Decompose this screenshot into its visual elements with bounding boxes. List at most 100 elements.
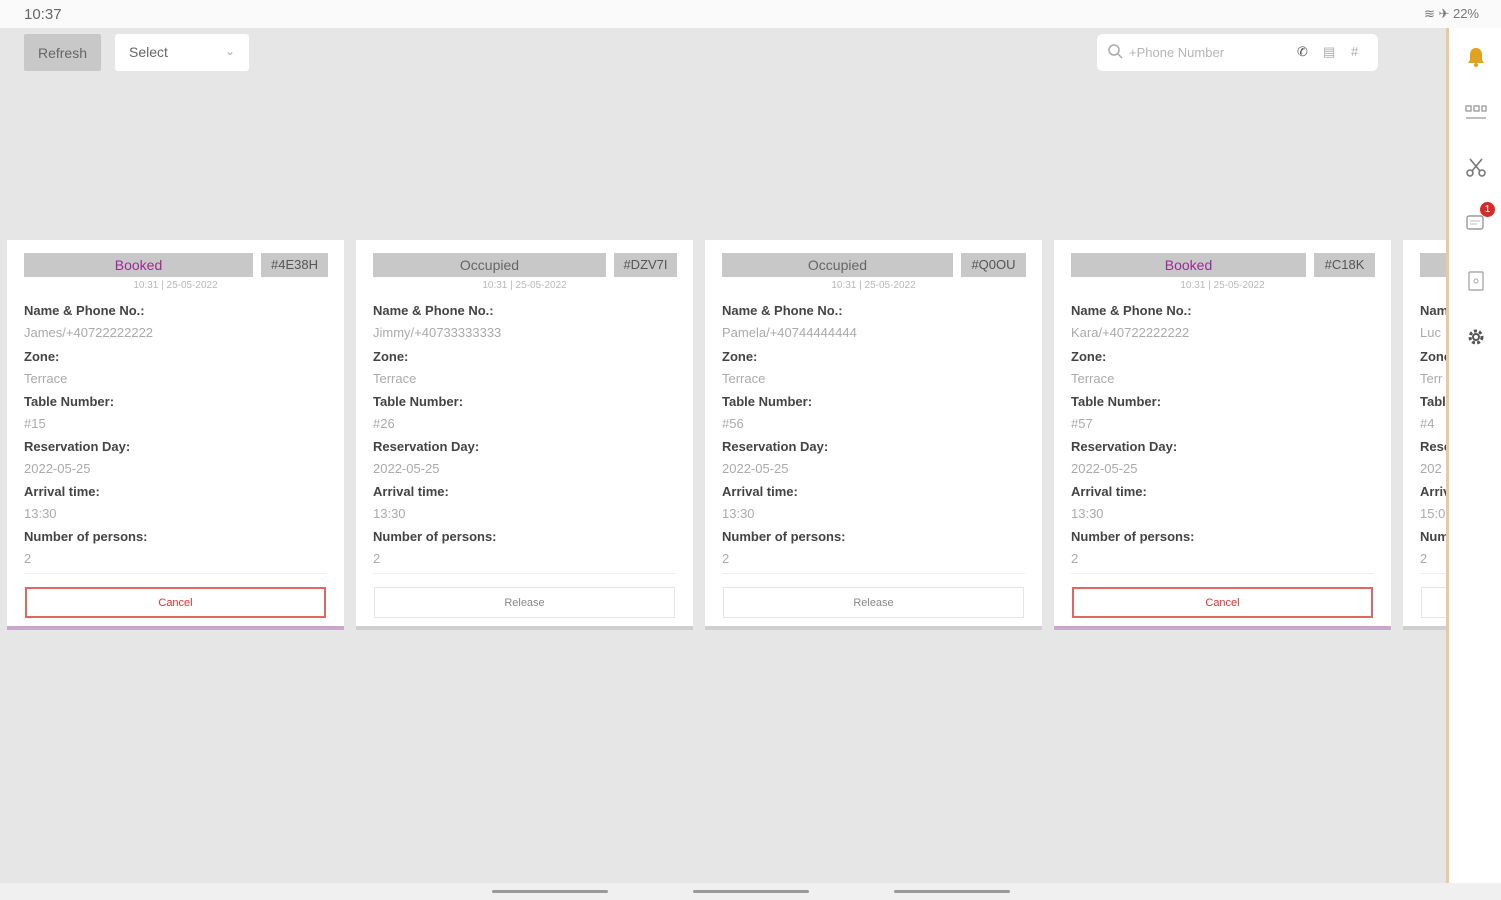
reservation-code: #C18K [1314,253,1375,277]
status-badge: Booked [1071,253,1306,277]
arrival-time-label: Arrival time: [1071,484,1147,499]
nav-recents-handle[interactable] [894,890,1010,893]
status-time: 10:37 [24,6,62,23]
select-value: Select [129,44,168,60]
reservation-day-value: 2022-05-25 [24,461,91,476]
nav-home-handle[interactable] [693,890,809,893]
status-badge: Occupied [373,253,606,277]
name-phone-value: James/+40722222222 [24,325,154,340]
name-phone-value: Kara/+40722222222 [1071,325,1190,340]
persons-value: 2 [24,551,32,566]
status-badge: Occupied [722,253,953,277]
phone-search-input[interactable] [1129,42,1289,62]
reservation-card: Booked #4E38H 10:31 | 25-05-2022 Name & … [7,240,344,630]
zone-value: Terrace [24,371,68,386]
zone-label: Zone: [373,349,409,364]
chevron-down-icon: ⌄ [224,44,235,58]
table-number-value: #56 [722,416,744,431]
search-icon [1108,44,1123,59]
keyboard-icon[interactable]: ▤ [1323,44,1335,60]
reservation-card: Occupied #DZV7I 10:31 | 25-05-2022 Name … [356,240,693,630]
status-badge [1420,253,1446,277]
table-number-value: #26 [373,416,395,431]
battery-indicator: ≋ ✈ 22% [1423,6,1479,21]
name-phone-value: Luc [1420,325,1441,340]
arrival-time-label: Arrival time: [373,484,449,499]
persons-value: 2 [722,551,730,566]
document-icon[interactable] [1463,268,1489,294]
scissors-icon[interactable] [1463,155,1489,181]
table-number-label: Table Number: [722,394,813,409]
reservation-day-value: 2022-05-25 [1071,461,1138,476]
name-phone-label: Name & Phone No.: [1071,303,1192,318]
divider [1071,573,1374,574]
created-timestamp: 10:31 | 25-05-2022 [831,280,916,291]
name-phone-label: Name & Phone No.: [1420,303,1446,318]
nav-back-handle[interactable] [492,890,608,893]
name-phone-label: Name & Phone No.: [722,303,843,318]
arrival-time-value: 13:30 [24,506,57,521]
bell-icon[interactable] [1463,44,1489,70]
refresh-button[interactable]: Refresh [24,34,101,71]
arrival-time-label: Arrival time: [24,484,100,499]
reservation-day-value: 2022-05-25 [722,461,789,476]
release-button[interactable]: Release [723,587,1024,618]
reservation-cards: Booked #4E38H 10:31 | 25-05-2022 Name & … [0,240,1446,640]
arrival-time-value: 13:30 [1071,506,1104,521]
reservation-card: Name & Phone No.: Luc Zone: Terr Table N… [1403,240,1446,630]
reservation-day-label: Reservation Day: [1071,439,1178,454]
cancel-button[interactable]: Cancel [25,587,326,618]
created-timestamp: 10:31 | 25-05-2022 [1180,280,1265,291]
dialpad-icon[interactable]: # [1351,44,1358,59]
release-button[interactable]: Release [374,587,675,618]
right-sidebar: 1 [1446,28,1501,883]
persons-value: 2 [1071,551,1079,566]
arrival-time-label: Arrival time: [1420,484,1446,499]
grid-icon[interactable] [1463,100,1489,126]
zone-value: Terrace [373,371,417,386]
reservation-day-value: 2022-05-25 [373,461,440,476]
wifi-icon: ≋ ✈ [1423,6,1453,21]
action-button[interactable] [1421,587,1446,618]
table-number-label: Table Number: [24,394,115,409]
zone-label: Zone: [24,349,60,364]
zone-value: Terrace [722,371,766,386]
phone-search[interactable]: ✆ ▤ # [1097,34,1378,71]
name-phone-value: Jimmy/+40733333333 [373,325,502,340]
reservation-day-label: Reservation Day: [24,439,131,454]
divider [1420,573,1446,574]
persons-label: Number of persons: [1420,529,1446,544]
divider [722,573,1025,574]
reservation-day-label: Reservation Day: [373,439,480,454]
created-timestamp: 10:31 | 25-05-2022 [133,280,218,291]
table-number-value: #15 [24,416,46,431]
zone-label: Zone: [1420,349,1446,364]
table-number-value: #57 [1071,416,1093,431]
messages-icon[interactable]: 1 [1463,202,1495,236]
arrival-time-label: Arrival time: [722,484,798,499]
table-number-label: Table Number: [373,394,464,409]
reservation-day-label: Reservation Day: [1420,439,1446,454]
reservation-day-value: 202 [1420,461,1442,476]
zone-value: Terrace [1071,371,1115,386]
arrival-time-value: 15:0 [1420,506,1446,521]
reservation-code: #Q0OU [961,253,1026,277]
persons-label: Number of persons: [24,529,148,544]
name-phone-value: Pamela/+40744444444 [722,325,857,340]
reservation-card: Booked #C18K 10:31 | 25-05-2022 Name & P… [1054,240,1391,630]
reservation-code: #4E38H [261,253,328,277]
phone-icon[interactable]: ✆ [1297,44,1308,60]
filter-select[interactable]: Select ⌄ [115,34,249,71]
arrival-time-value: 13:30 [373,506,406,521]
name-phone-label: Name & Phone No.: [373,303,494,318]
gear-icon[interactable] [1463,324,1489,350]
divider [373,573,676,574]
zone-label: Zone: [1071,349,1107,364]
persons-value: 2 [1420,551,1428,566]
created-timestamp: 10:31 | 25-05-2022 [482,280,567,291]
divider [24,573,327,574]
arrival-time-value: 13:30 [722,506,755,521]
status-bar: 10:37 ≋ ✈ 22% [0,0,1501,28]
cancel-button[interactable]: Cancel [1072,587,1373,618]
notification-badge: 1 [1480,202,1495,217]
